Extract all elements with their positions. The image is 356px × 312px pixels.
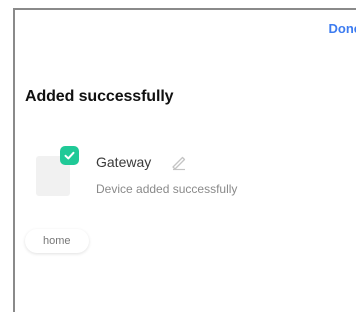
edit-pencil-icon[interactable] [170, 153, 188, 171]
page-title: Added successfully [25, 88, 174, 105]
check-icon [60, 146, 79, 165]
device-item: Gateway Device added successfully [30, 146, 330, 206]
done-button[interactable]: Done [329, 21, 356, 37]
device-status: Device added successfully [96, 182, 238, 196]
room-chip-home[interactable]: home [25, 229, 89, 253]
device-name: Gateway [96, 154, 152, 170]
